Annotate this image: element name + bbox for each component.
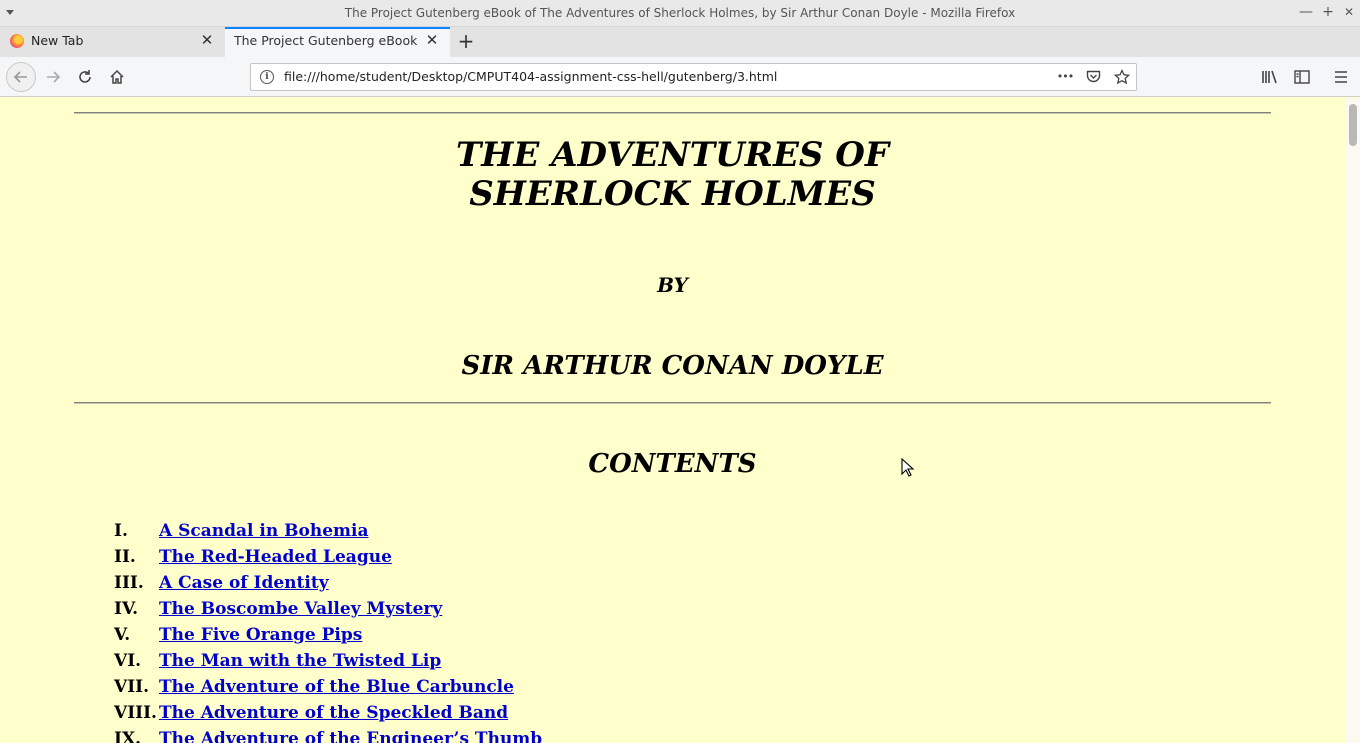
window-titlebar: The Project Gutenberg eBook of The Adven… (0, 0, 1360, 27)
book-title-line-2: SHERLOCK HOLMES (469, 174, 876, 214)
star-shape (1113, 68, 1131, 85)
close-tab-icon[interactable]: ✕ (424, 32, 440, 48)
toc-number: VII. (114, 677, 150, 697)
pocket-shape (1086, 70, 1100, 83)
by-line: BY (657, 273, 688, 297)
toc-link[interactable]: The Man with the Twisted Lip (159, 651, 441, 671)
horizontal-rule (74, 112, 1271, 114)
bookmark-star-icon[interactable] (1112, 67, 1132, 87)
toc-number: VIII. (114, 703, 157, 723)
toc-link[interactable]: The Adventure of the Engineer’s Thumb (159, 729, 542, 743)
toc-link[interactable]: The Five Orange Pips (159, 625, 362, 645)
toc-link[interactable]: A Scandal in Bohemia (159, 521, 368, 541)
new-tab-button[interactable]: + (455, 30, 477, 52)
pocket-icon[interactable] (1083, 67, 1103, 87)
tab-label: The Project Gutenberg eBook of T (234, 33, 418, 48)
site-info-icon[interactable]: i (260, 70, 274, 84)
close-window-button[interactable]: ✕ (1340, 3, 1358, 21)
book-title: THE ADVENTURES OF SHERLOCK HOLMES (74, 136, 1271, 214)
vertical-scrollbar[interactable] (1345, 98, 1360, 743)
library-icon (1262, 70, 1277, 84)
main-menu-button[interactable] (1329, 65, 1353, 89)
page-content: THE ADVENTURES OF SHERLOCK HOLMES BY SIR… (0, 98, 1345, 743)
mouse-cursor-icon (901, 458, 915, 477)
url-text[interactable]: file:///home/student/Desktop/CMPUT404-as… (284, 69, 777, 84)
toc-number: IV. (114, 599, 139, 619)
page-actions-icon[interactable]: ••• (1055, 67, 1075, 87)
close-tab-icon[interactable]: ✕ (199, 32, 215, 48)
toc-number: III. (114, 573, 144, 593)
reload-icon (79, 70, 91, 83)
tab-gutenberg[interactable]: The Project Gutenberg eBook of T ✕ (225, 27, 450, 57)
book-title-line-1: THE ADVENTURES OF (455, 135, 890, 175)
sidebar-toggle-button[interactable] (1290, 65, 1314, 89)
contents-heading: CONTENTS (588, 449, 757, 479)
library-button[interactable] (1258, 65, 1282, 89)
toc-link[interactable]: The Adventure of the Blue Carbuncle (159, 677, 514, 697)
maximize-button[interactable]: + (1319, 3, 1337, 21)
forward-arrow-icon (47, 71, 61, 83)
toc-number: II. (114, 547, 136, 567)
navigation-toolbar: i file:///home/student/Desktop/CMPUT404-… (0, 57, 1360, 97)
toc-number: VI. (114, 651, 142, 671)
sidebar-icon (1294, 70, 1310, 84)
tab-new-tab[interactable]: New Tab ✕ (0, 27, 224, 56)
tab-label: New Tab (31, 33, 84, 48)
tab-strip: New Tab ✕ The Project Gutenberg eBook of… (0, 27, 1360, 57)
horizontal-rule (74, 402, 1271, 404)
toc-number: V. (114, 625, 131, 645)
minimize-button[interactable]: — (1297, 3, 1315, 21)
hamburger-menu-icon (1335, 71, 1347, 83)
toc-link[interactable]: The Adventure of the Speckled Band (159, 703, 508, 723)
toc-number: I. (114, 521, 128, 541)
toc-number: IX. (114, 729, 142, 743)
home-button[interactable] (105, 65, 129, 89)
firefox-icon (10, 34, 24, 48)
scrollbar-thumb[interactable] (1349, 104, 1357, 146)
toc-link[interactable]: The Red-Headed League (159, 547, 392, 567)
reload-button[interactable] (73, 65, 97, 89)
forward-button[interactable] (41, 65, 65, 89)
back-arrow-icon (13, 71, 27, 83)
author-name: SIR ARTHUR CONAN DOYLE (461, 351, 884, 381)
toc-link[interactable]: A Case of Identity (159, 573, 329, 593)
toc-link[interactable]: The Boscombe Valley Mystery (159, 599, 442, 619)
home-icon (110, 69, 124, 84)
window-title: The Project Gutenberg eBook of The Adven… (344, 6, 1016, 20)
url-bar[interactable]: i file:///home/student/Desktop/CMPUT404-… (250, 63, 1137, 91)
back-button[interactable] (6, 62, 36, 92)
